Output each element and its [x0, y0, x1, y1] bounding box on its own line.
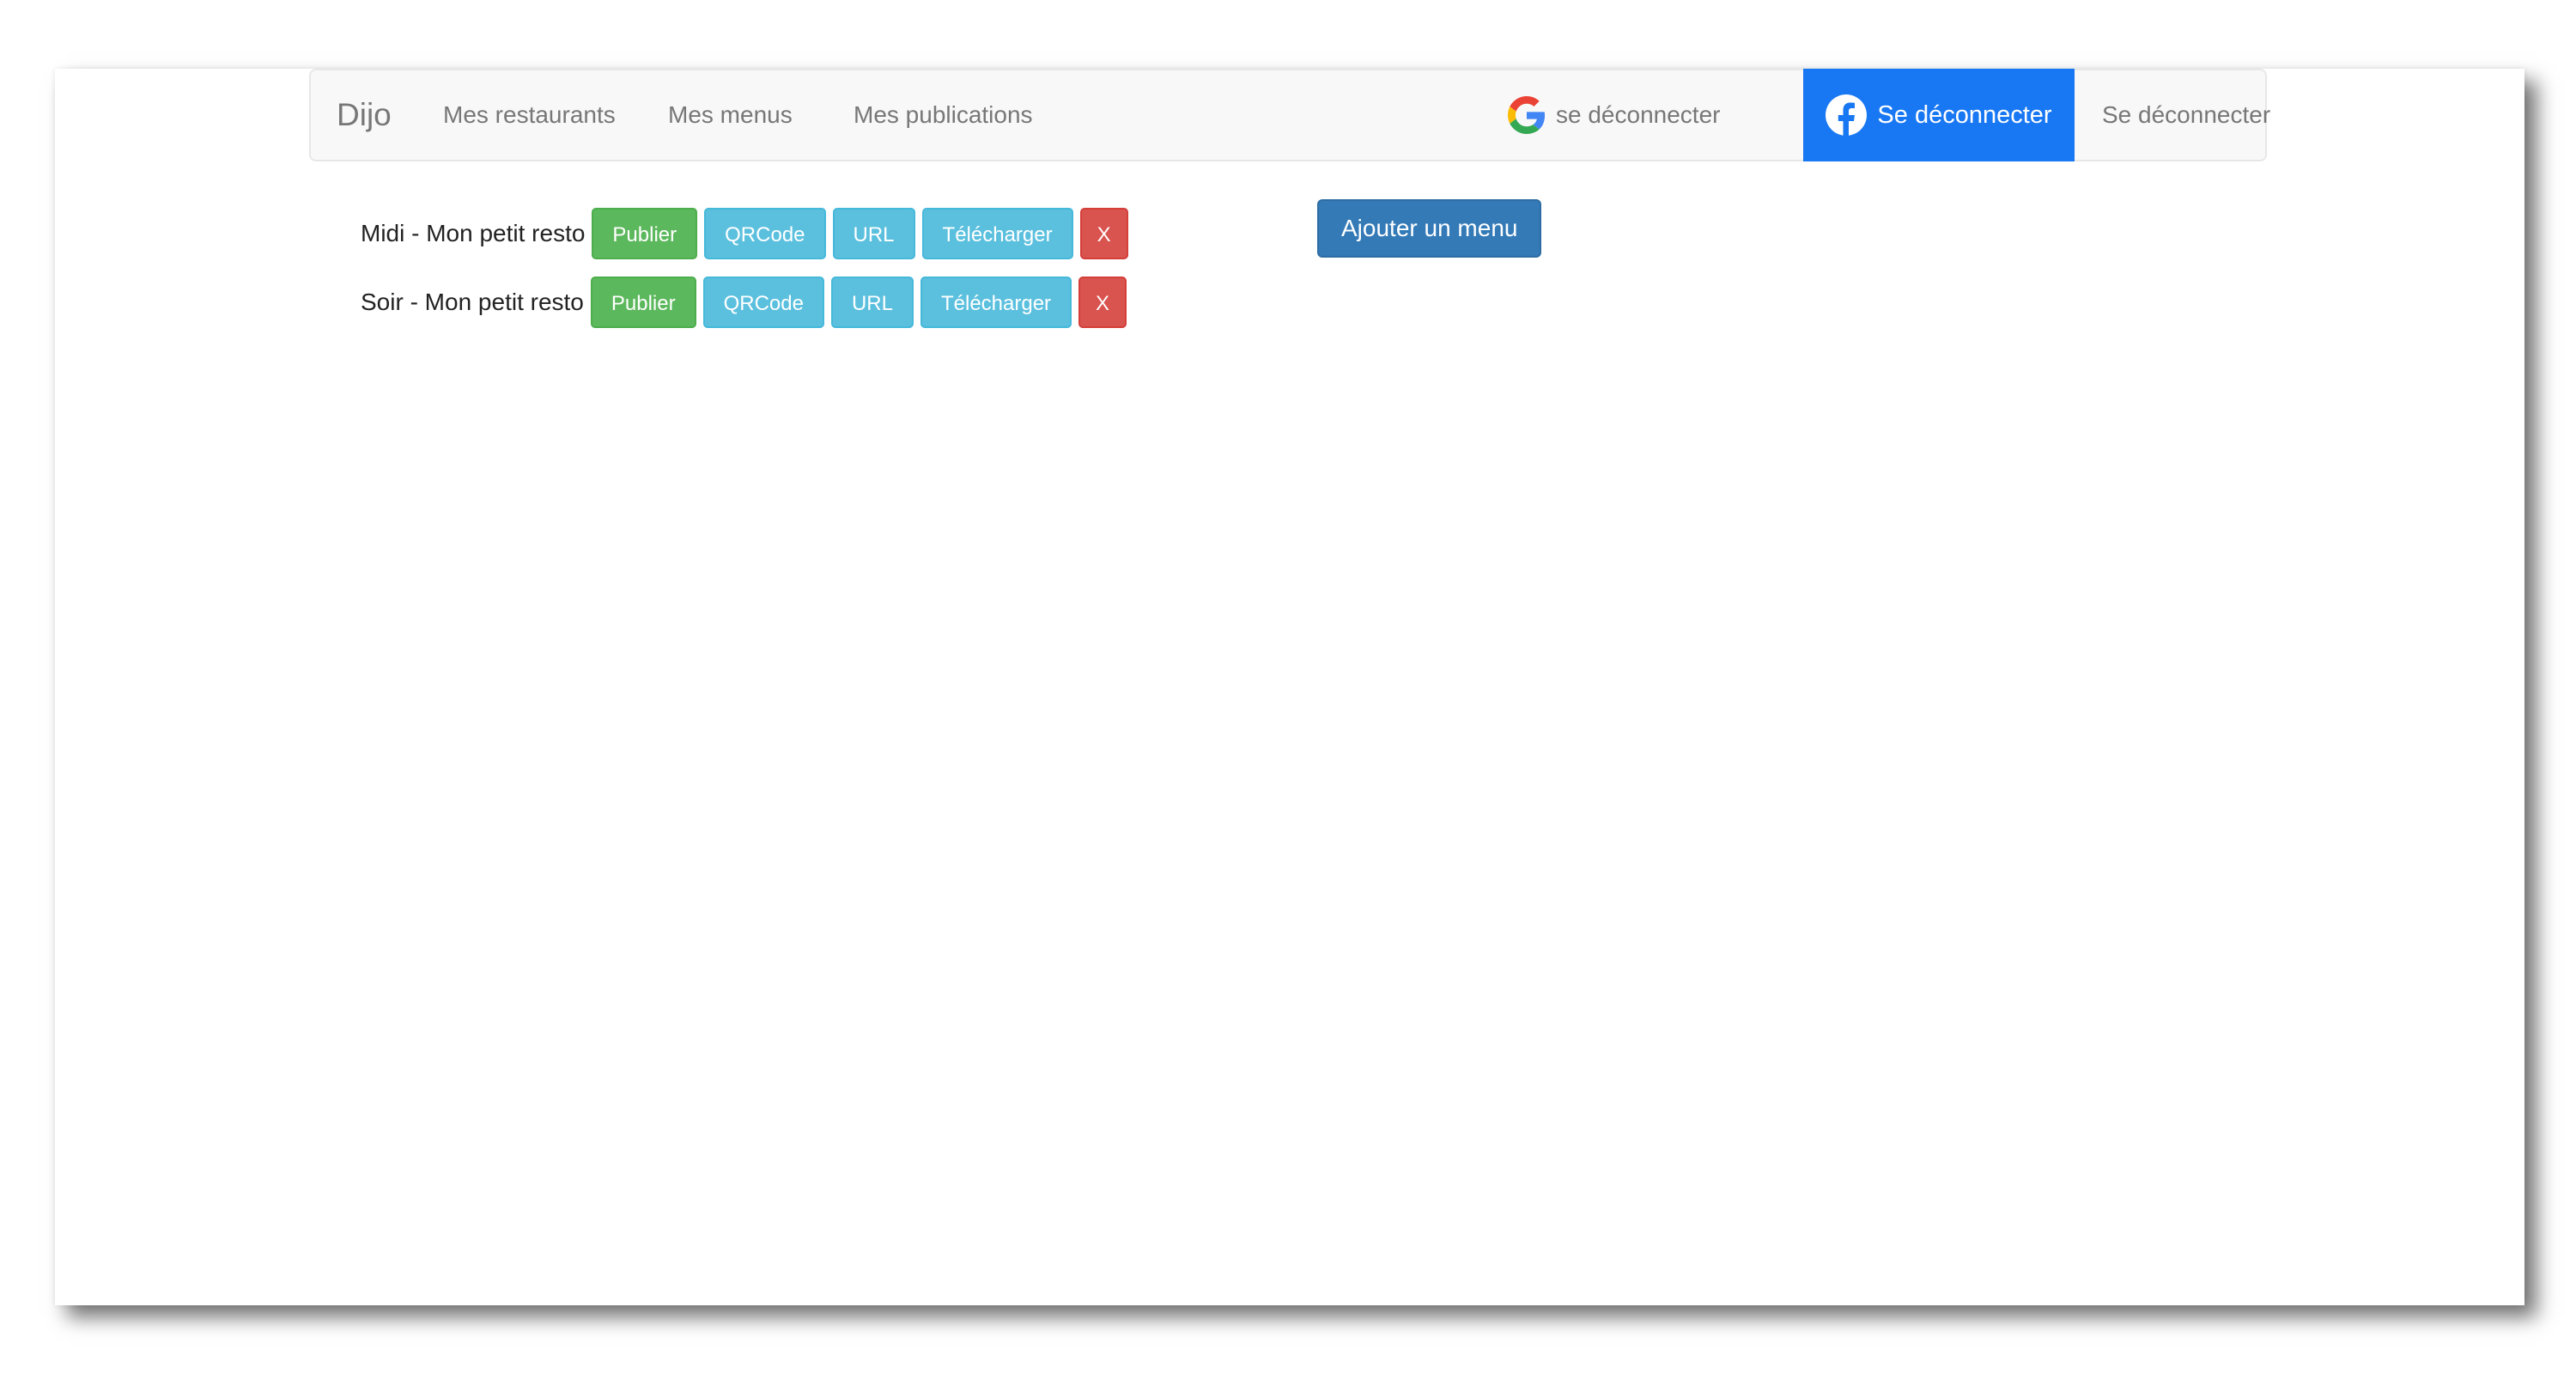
download-button[interactable]: Télécharger	[921, 208, 1073, 259]
menu-item: Midi - Mon petit resto Publier QRCode UR…	[361, 208, 1135, 259]
google-logout-button[interactable]: se déconnecter	[1508, 70, 1720, 160]
menu-item: Soir - Mon petit resto Publier QRCode UR…	[361, 277, 1133, 328]
qrcode-button[interactable]: QRCode	[704, 208, 826, 259]
facebook-icon	[1826, 94, 1868, 136]
delete-button[interactable]: X	[1078, 277, 1127, 328]
facebook-logout-button[interactable]: Se déconnecter	[1803, 69, 2075, 161]
menu-item-name: Midi - Mon petit resto	[361, 220, 586, 246]
navbar: Dijo Mes restaurants Mes menus Mes publi…	[309, 69, 2270, 161]
google-logout-label: se déconnecter	[1556, 101, 1721, 128]
download-button[interactable]: Télécharger	[920, 277, 1072, 328]
url-button[interactable]: URL	[832, 208, 915, 259]
url-button[interactable]: URL	[830, 277, 914, 328]
google-icon	[1508, 96, 1546, 134]
publish-button[interactable]: Publier	[590, 277, 696, 328]
add-menu-button[interactable]: Ajouter un menu	[1317, 199, 1542, 258]
qrcode-button[interactable]: QRCode	[702, 277, 824, 328]
publish-button[interactable]: Publier	[592, 208, 698, 259]
facebook-logout-label: Se déconnecter	[1877, 100, 2052, 129]
logout-link[interactable]: Se déconnecter	[2102, 70, 2270, 160]
nav-link-restaurants[interactable]: Mes restaurants	[443, 70, 616, 160]
menu-item-name: Soir - Mon petit resto	[361, 289, 584, 315]
delete-button[interactable]: X	[1079, 208, 1128, 259]
brand-logo[interactable]: Dijo	[337, 70, 392, 160]
nav-link-menus[interactable]: Mes menus	[668, 70, 793, 160]
nav-link-publications[interactable]: Mes publications	[854, 70, 1033, 160]
browser-window: Dijo Mes restaurants Mes menus Mes publi…	[55, 69, 2524, 1305]
